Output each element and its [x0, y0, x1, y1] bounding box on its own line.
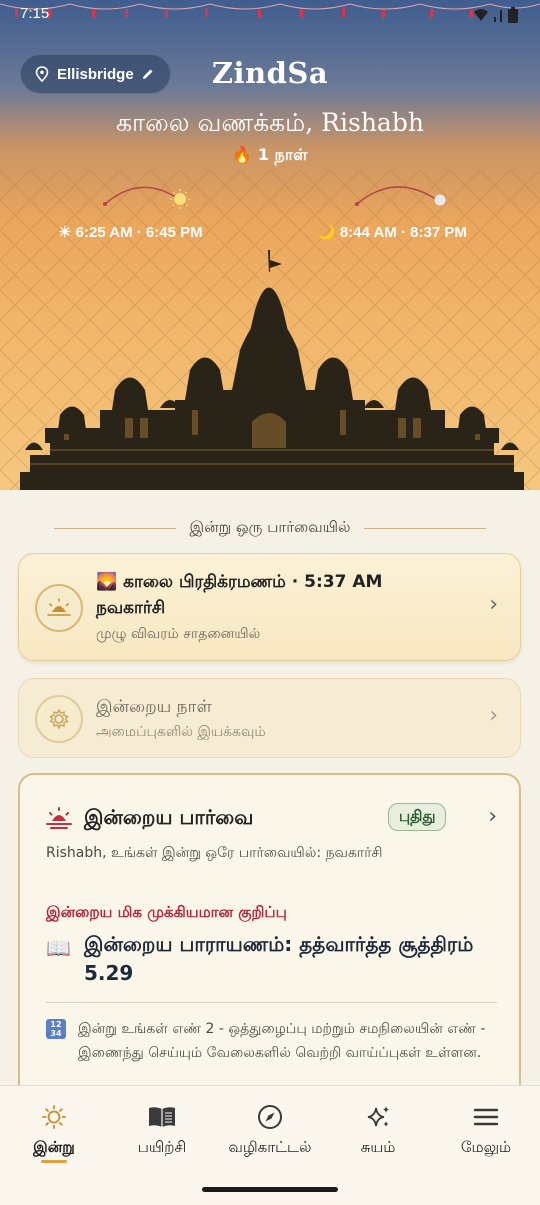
nav-item-practice[interactable]: பயிற்சி	[108, 1086, 216, 1175]
sun-times: ☀ 6:25 AM · 6:45 PM	[58, 224, 203, 241]
menu-icon	[473, 1108, 499, 1126]
nav-item-guidance[interactable]: வழிகாட்டல்	[216, 1086, 324, 1175]
today-day-title: இன்றைய நாள்	[96, 697, 212, 717]
pratikraman-hint: முழு விவரம் சாதனையில்	[96, 626, 261, 642]
nav-item-more[interactable]: மேலும்	[432, 1086, 540, 1175]
today-view-card[interactable]: இன்றைய பார்வை புதிது › Rishabh, உங்கள் இ…	[18, 773, 521, 1103]
chevron-right-icon: ›	[488, 804, 497, 829]
chevron-right-icon: ›	[489, 703, 498, 728]
streak-badge: 🔥 1 நாள்	[232, 145, 308, 164]
sun-arc	[103, 186, 190, 209]
divider-left	[53, 527, 176, 529]
pratikraman-subtitle: நவகார்சி	[96, 598, 166, 618]
greeting: காலை வணக்கம், Rishabh	[116, 108, 424, 137]
active-indicator	[41, 1160, 67, 1163]
card-divider	[46, 1002, 497, 1003]
settings-icon-badge	[35, 695, 83, 743]
sun-icon	[42, 1105, 66, 1129]
pratikraman-card[interactable]: 🌄 காலை பிரதிக்ரமணம் · 5:37 AM நவகார்சி ம…	[18, 553, 521, 661]
today-day-hint: அமைப்புகளில் இயக்கவும்	[96, 724, 266, 740]
nav-item-today[interactable]: இன்று	[0, 1086, 108, 1175]
temple-silhouette	[20, 250, 524, 490]
section-title: இன்று ஒரு பார்வையில்	[189, 518, 351, 536]
nav-label-self: சுயம்	[360, 1138, 396, 1156]
reading-text: இன்றைய பாராயணம்: தத்வார்த்த சூத்திரம் 5.…	[84, 932, 474, 985]
important-note-label: இன்றைய மிக முக்கியமான குறிப்பு	[46, 903, 287, 921]
sparkles-icon	[367, 1106, 389, 1127]
today-view-summary: Rishabh, உங்கள் இன்று ஒரே பார்வையில்: நவ…	[46, 845, 383, 861]
sunrise-icon-badge	[35, 584, 83, 632]
sunset-icon	[46, 807, 72, 829]
nav-label-practice: பயிற்சி	[137, 1138, 187, 1156]
status-time: 7:15	[20, 5, 50, 22]
nav-label-guidance: வழிகாட்டல்	[228, 1138, 312, 1156]
compass-icon	[258, 1105, 282, 1129]
divider-right	[364, 527, 487, 529]
moon-arc	[355, 186, 446, 206]
reading-note: 📖 இன்றைய பாராயணம்: தத்வார்த்த சூத்திரம் …	[46, 930, 496, 988]
signal-icon	[494, 10, 502, 22]
today-view-title: இன்றைய பார்வை	[84, 805, 254, 829]
sunrise-icon	[47, 598, 71, 616]
battery-icon	[508, 7, 518, 23]
book-icon: 📖	[46, 936, 71, 960]
number-icon: 12 34	[46, 1019, 66, 1039]
new-badge: புதிது	[388, 803, 447, 831]
book-icon	[149, 1107, 175, 1127]
bottom-navigation: இன்று பயிற்சி வழிகாட்டல் சுயம் மேலும்	[0, 1085, 540, 1175]
nav-label-more: மேலும்	[460, 1138, 512, 1156]
wifi-icon	[474, 9, 488, 21]
nav-item-self[interactable]: சுயம்	[324, 1086, 432, 1175]
gear-icon	[49, 708, 69, 730]
number-text: இன்று உங்கள் எண் 2 - ஒத்துழைப்பு மற்றும்…	[78, 1021, 486, 1061]
nav-label-today: இன்று	[33, 1138, 75, 1156]
status-icons	[474, 7, 518, 23]
moon-times: 🌙 8:44 AM · 8:37 PM	[317, 224, 467, 241]
app-title: ZindSa	[211, 56, 329, 90]
hero-banner: 7:15 Ellisbridge ZindSa காலை வணக்கம், Ri…	[0, 0, 540, 490]
today-day-card[interactable]: இன்றைய நாள் அமைப்புகளில் இயக்கவும் ›	[18, 678, 521, 758]
section-header: இன்று ஒரு பார்வையில்	[0, 518, 540, 538]
festive-bunting	[0, 3, 540, 18]
number-note: 12 34 இன்று உங்கள் எண் 2 - ஒத்துழைப்பு மற…	[46, 1017, 486, 1065]
pratikraman-title: 🌄 காலை பிரதிக்ரமணம் · 5:37 AM	[96, 572, 383, 592]
chevron-right-icon: ›	[489, 592, 498, 617]
gesture-handle[interactable]	[202, 1187, 338, 1192]
